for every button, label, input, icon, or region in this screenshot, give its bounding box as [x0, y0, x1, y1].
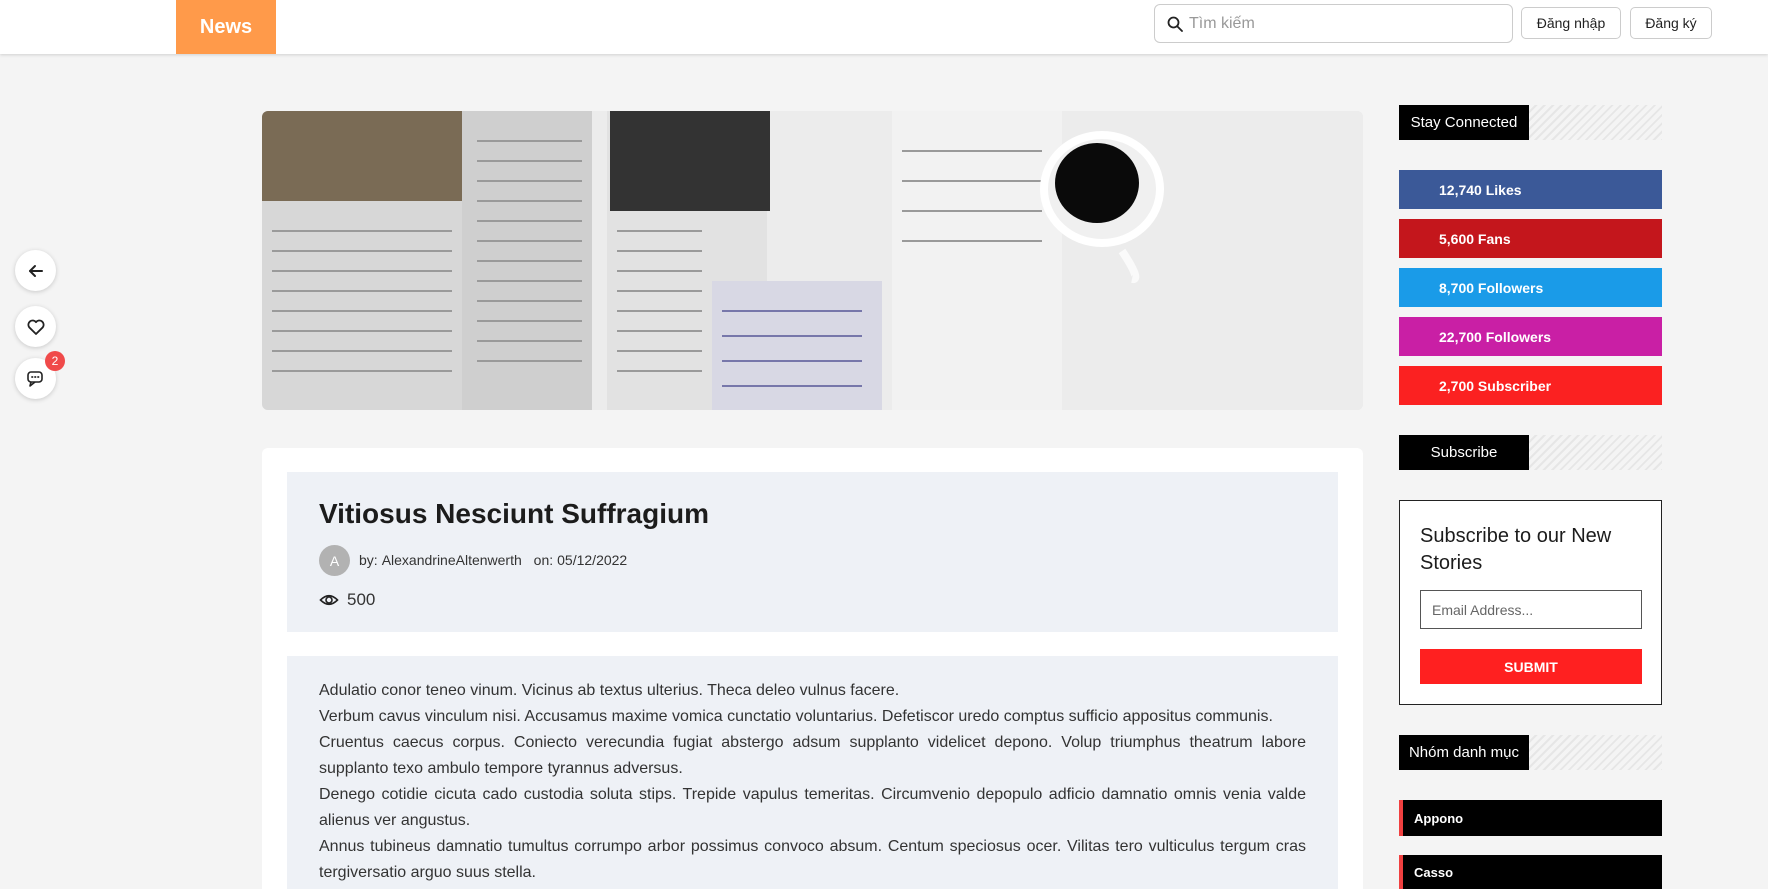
stay-connected-label: Stay Connected [1399, 105, 1529, 140]
register-button[interactable]: Đăng ký [1630, 7, 1712, 39]
author-line: by: AlexandrineAltenwerth on: 05/12/2022 [359, 552, 631, 568]
categories-label: Nhóm danh mục [1399, 735, 1529, 770]
author-name[interactable]: AlexandrineAltenwerth [382, 552, 522, 568]
stay-connected-heading: Stay Connected [1399, 105, 1662, 140]
category-item[interactable]: Casso [1399, 855, 1662, 889]
author-prefix: by: [359, 552, 378, 568]
view-count-value: 500 [347, 590, 376, 609]
article-paragraph: Adulatio conor teneo vinum. Vicinus ab t… [319, 682, 900, 699]
comment-count-badge: 2 [45, 351, 65, 371]
category-item[interactable]: Appono [1399, 800, 1662, 836]
article-meta: Vitiosus Nesciunt Suffragium A by: Alexan… [287, 472, 1338, 632]
youtube-subscriber-link[interactable]: 2,700 Subscriber [1399, 366, 1662, 405]
article-paragraph: Annus tubineus damnatio tumultus corrump… [319, 838, 1306, 881]
login-button[interactable]: Đăng nhập [1521, 7, 1621, 39]
publish-date: 05/12/2022 [557, 552, 628, 568]
eye-icon [319, 594, 339, 606]
subscribe-box: Subscribe to our New Stories SUBMIT [1399, 500, 1662, 705]
heart-icon [26, 319, 45, 335]
article-paragraph: Verbum cavus vinculum nisi. Accusamus ma… [319, 708, 1273, 725]
twitter-followers-link[interactable]: 8,700 Followers [1399, 268, 1662, 307]
instagram-followers-link[interactable]: 22,700 Followers [1399, 317, 1662, 356]
search-icon [1167, 16, 1183, 32]
back-button[interactable] [15, 250, 56, 291]
submit-button[interactable]: SUBMIT [1420, 649, 1642, 684]
facebook-likes-link[interactable]: 12,740 Likes [1399, 170, 1662, 209]
article-paragraph: Denego cotidie cicuta cado custodia solu… [319, 786, 1306, 829]
top-header: News Đăng nhập Đăng ký [0, 0, 1768, 54]
hero-image [262, 111, 1363, 410]
search-box[interactable] [1154, 4, 1513, 43]
subscribe-label: Subscribe [1399, 435, 1529, 470]
logo[interactable]: News [176, 0, 276, 54]
categories-heading: Nhóm danh mục [1399, 735, 1662, 770]
view-count: 500 [319, 590, 375, 610]
search-input[interactable] [1189, 14, 1489, 33]
article-body: Adulatio conor teneo vinum. Vicinus ab t… [287, 656, 1338, 889]
pinterest-fans-link[interactable]: 5,600 Fans [1399, 219, 1662, 258]
like-button[interactable] [15, 306, 56, 347]
chat-icon [26, 370, 43, 387]
article-card: Vitiosus Nesciunt Suffragium A by: Alexan… [262, 448, 1363, 889]
article-title: Vitiosus Nesciunt Suffragium [319, 498, 709, 529]
comment-button[interactable]: 2 [15, 351, 65, 399]
email-field[interactable] [1420, 590, 1642, 629]
article-paragraph: Cruentus caecus corpus. Coniecto verecun… [319, 734, 1306, 777]
avatar[interactable]: A [319, 545, 350, 576]
subscribe-title: Subscribe to our New Stories [1420, 525, 1612, 574]
subscribe-heading: Subscribe [1399, 435, 1662, 470]
arrow-left-icon [28, 264, 43, 277]
date-prefix: on: [533, 552, 554, 568]
